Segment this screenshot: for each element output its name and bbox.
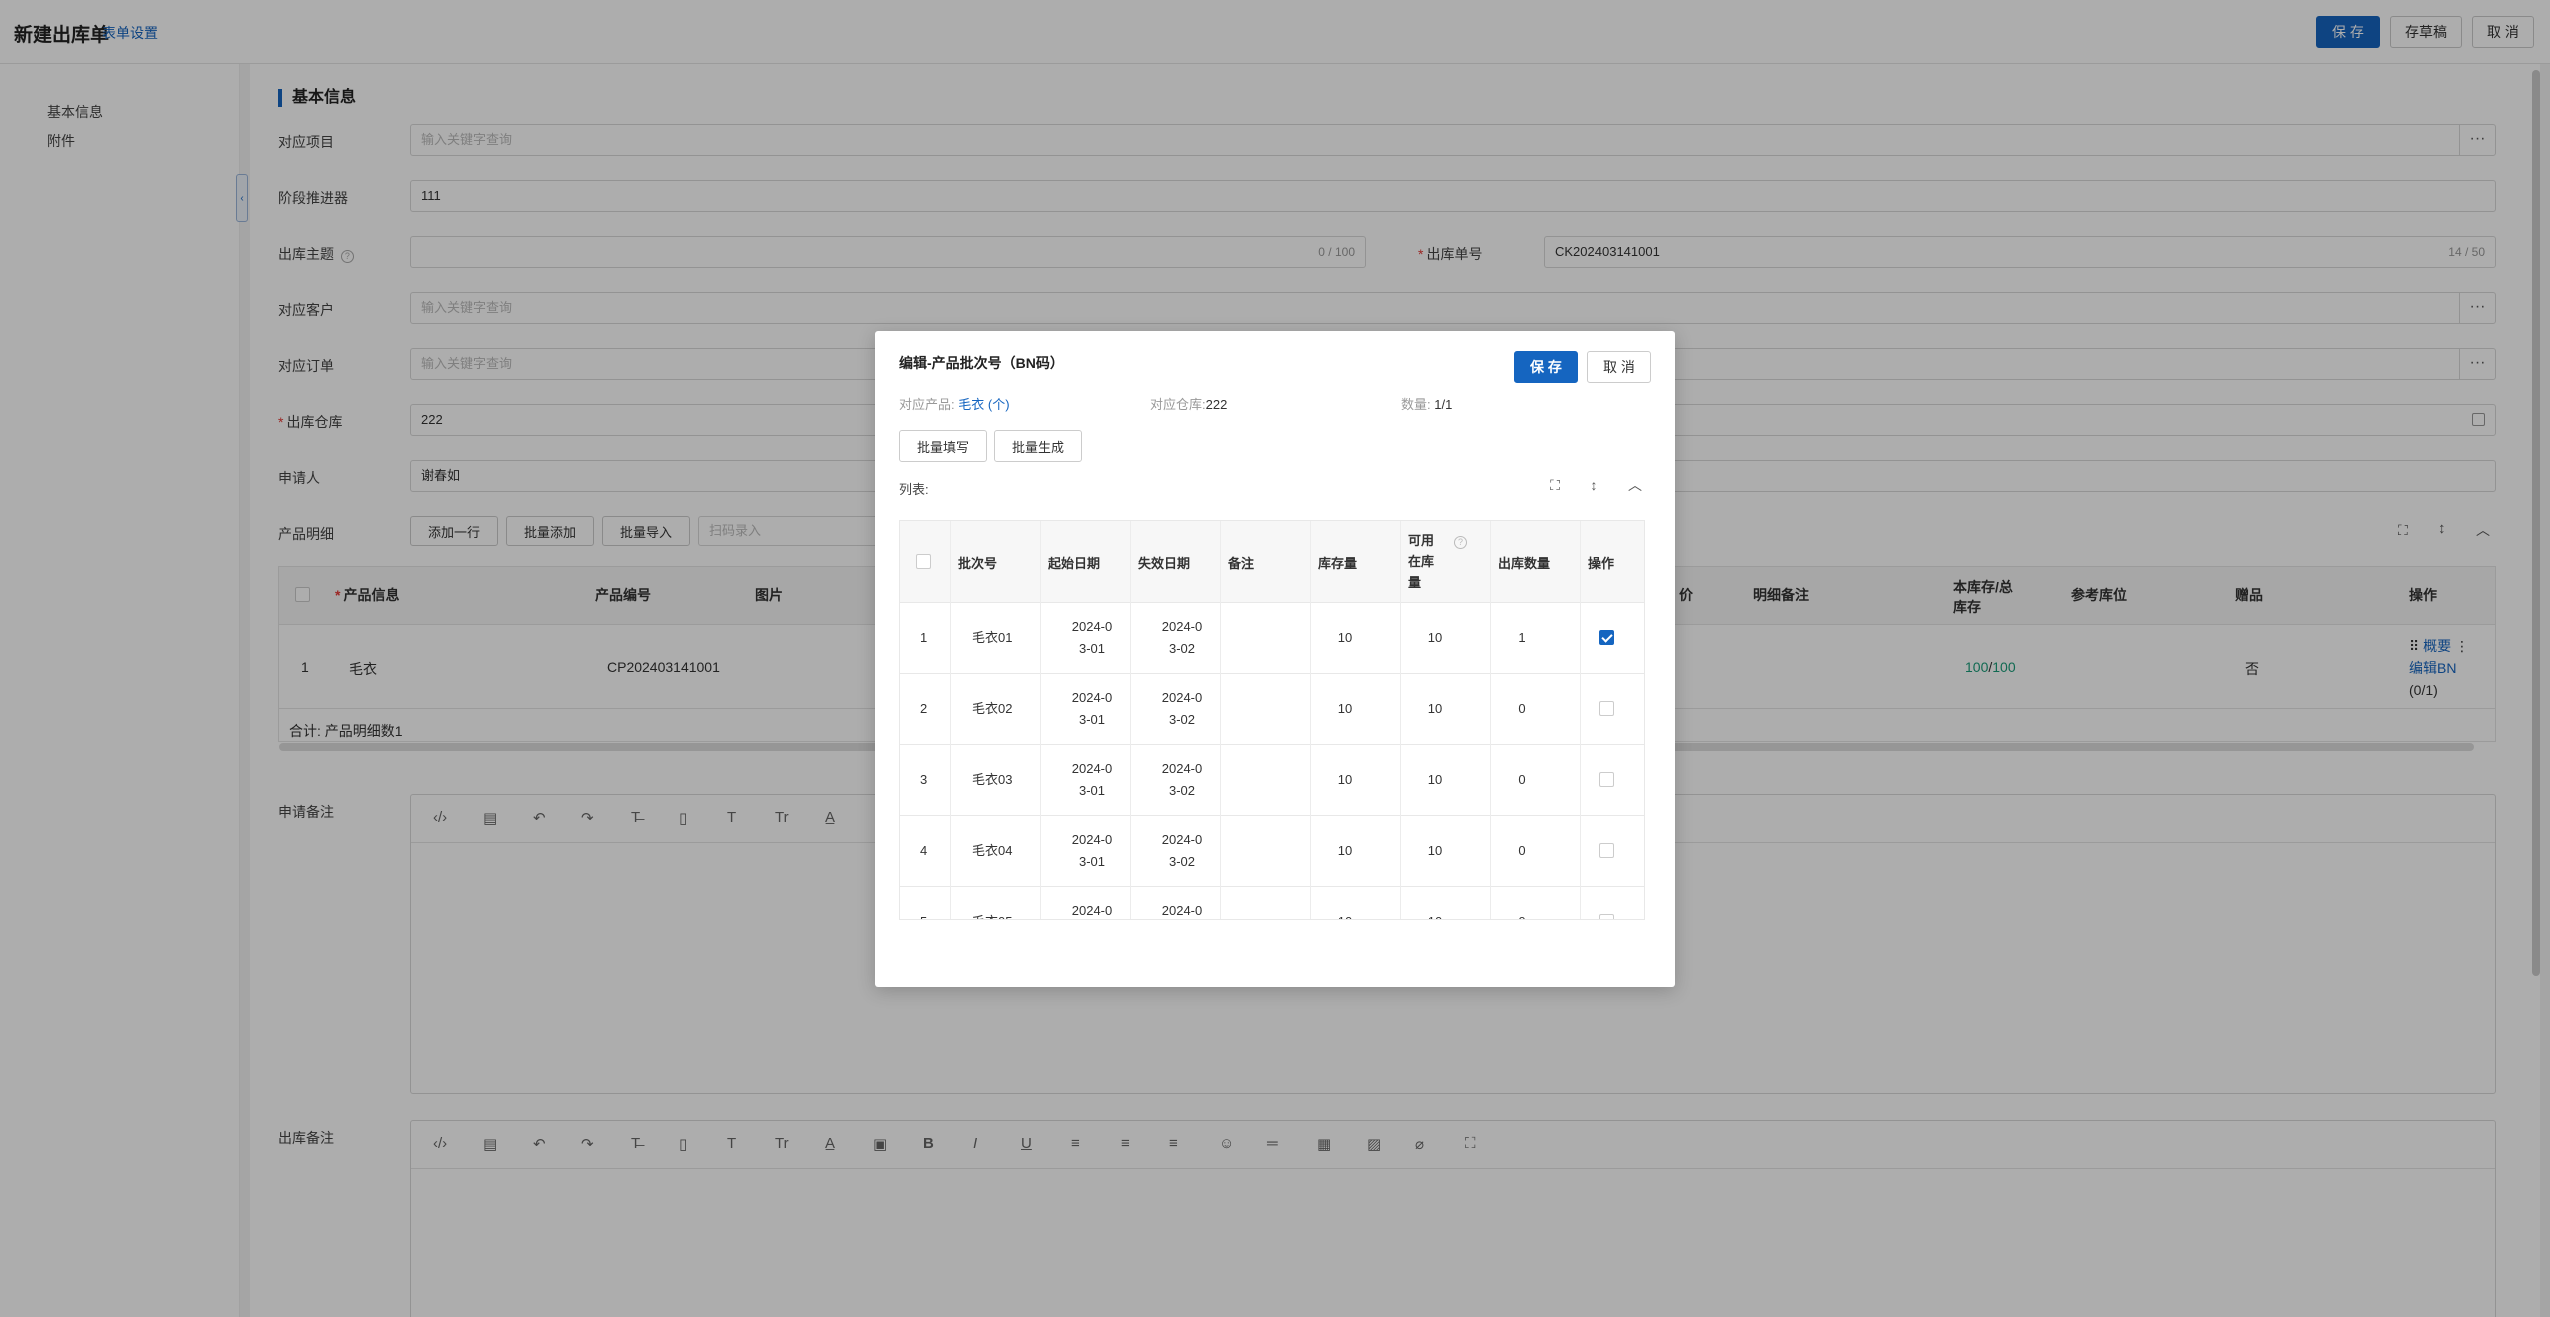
select-all-checkbox[interactable] [916,554,931,569]
row-out-qty[interactable]: 0 [1512,769,1532,791]
list-label: 列表: [899,482,929,497]
row-start-date: 2024-03-01 [1071,619,1113,656]
row-end-date: 2024-03-02 [1161,903,1203,918]
col-actions: 操作 [1588,556,1615,571]
row-out-qty[interactable]: 0 [1512,840,1532,862]
row-index: 2 [920,701,928,716]
table-row: 1 毛衣01 2024-0 3-01 2024-0 3-02 10 10 1 [900,603,1644,674]
row-index: 3 [920,772,928,787]
row-checkbox[interactable] [1599,630,1614,645]
row-batch: 毛衣05 [972,911,1012,919]
help-icon[interactable]: ? [1454,536,1468,549]
row-stock: 10 [1337,630,1353,645]
col-out-qty: 出库数量 [1498,556,1551,571]
row-stock: 10 [1330,911,1360,919]
row-end-date: 2024-03-02 [1161,619,1203,656]
modal-title: 编辑-产品批次号（BN码） [899,355,1064,371]
col-batch: 批次号 [958,556,998,571]
row-index: 5 [920,911,927,919]
modal-product-info: 对应产品: 毛衣 (个) [899,397,1010,412]
row-available: 10 [1427,772,1443,787]
row-start-date: 2024-03-01 [1071,903,1113,918]
row-out-qty[interactable]: 1 [1512,627,1532,649]
row-start-date: 2024-03-01 [1071,761,1113,798]
col-end-date: 失效日期 [1138,556,1191,571]
row-checkbox[interactable] [1599,772,1614,787]
col-start-date: 起始日期 [1048,556,1101,571]
row-batch: 毛衣02 [972,701,1013,716]
row-end-date: 2024-03-02 [1161,690,1203,727]
row-available: 10 [1427,701,1443,716]
row-out-qty[interactable]: 0 [1512,698,1532,720]
table-row: 3 毛衣03 2024-0 3-01 2024-0 3-02 10 10 0 [900,745,1644,816]
row-end-date: 2024-03-02 [1161,761,1203,798]
height-toggle-icon[interactable]: ↕ [1582,473,1606,497]
row-available: 10 [1427,843,1443,858]
row-checkbox[interactable] [1599,701,1614,716]
batch-generate-button[interactable]: 批量生成 [994,430,1082,462]
row-batch: 毛衣03 [972,772,1013,787]
collapse-icon[interactable]: ︿ [1623,473,1647,497]
row-index: 1 [920,630,928,645]
bn-edit-modal: 编辑-产品批次号（BN码） 保 存 取 消 对应产品: 毛衣 (个) 对应仓库:… [875,331,1675,987]
table-row: 4 毛衣04 2024-0 3-01 2024-0 3-02 10 10 0 [900,816,1644,887]
bn-table-header: 批次号 起始日期 失效日期 备注 库存量 可用? 在库 量 出库数量 操作 [900,521,1644,603]
row-checkbox[interactable] [1599,843,1614,858]
col-stock: 库存量 [1318,556,1358,571]
row-batch: 毛衣01 [972,630,1013,645]
col-available: 可用? 在库 量 [1408,530,1468,593]
bn-table: 批次号 起始日期 失效日期 备注 库存量 可用? 在库 量 出库数量 操作 1 … [899,520,1645,920]
row-stock: 10 [1337,701,1353,716]
row-available: 10 [1420,911,1450,919]
row-stock: 10 [1337,843,1353,858]
row-batch: 毛衣04 [972,843,1013,858]
fullscreen-icon[interactable]: ⛶ [1543,473,1567,497]
modal-save-button[interactable]: 保 存 [1514,351,1578,383]
batch-fill-button[interactable]: 批量填写 [899,430,987,462]
row-index: 4 [920,843,928,858]
table-row: 2 毛衣02 2024-0 3-01 2024-0 3-02 10 10 0 [900,674,1644,745]
table-row: 5 毛衣05 2024-03-01 2024-03-02 10 10 0 [900,887,1644,919]
modal-warehouse-info: 对应仓库:222 [1150,397,1228,412]
row-available: 10 [1427,630,1443,645]
row-checkbox[interactable] [1599,914,1614,919]
col-note: 备注 [1228,556,1255,571]
row-end-date: 2024-03-02 [1161,832,1203,869]
modal-cancel-button[interactable]: 取 消 [1587,351,1651,383]
modal-qty-info: 数量: 1/1 [1401,397,1453,412]
row-out-qty[interactable]: 0 [1512,911,1532,919]
row-start-date: 2024-03-01 [1071,690,1113,727]
row-start-date: 2024-03-01 [1071,832,1113,869]
row-stock: 10 [1337,772,1353,787]
